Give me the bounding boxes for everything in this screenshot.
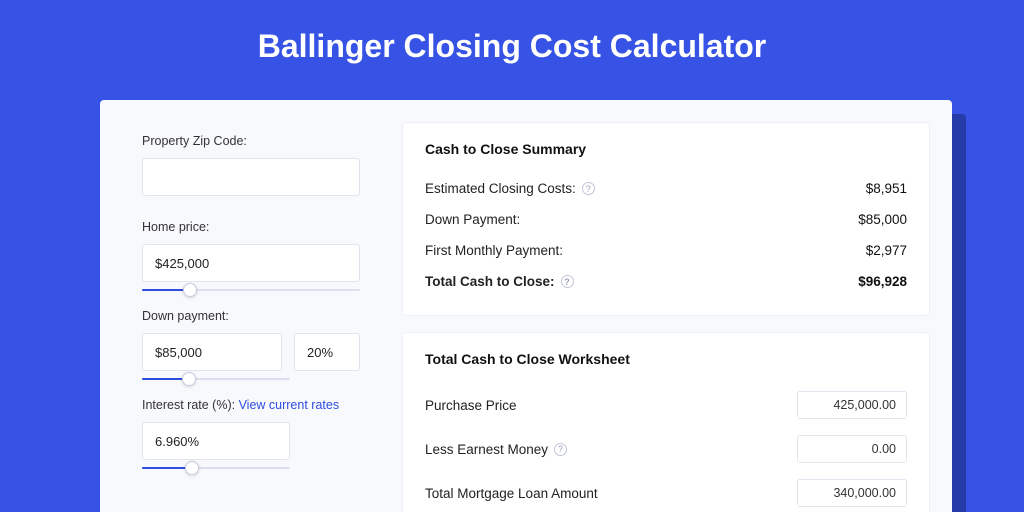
- worksheet-label: Less Earnest Money: [425, 442, 548, 457]
- worksheet-input[interactable]: 0.00: [797, 435, 907, 463]
- summary-total-label: Total Cash to Close:: [425, 274, 555, 289]
- summary-total-value: $96,928: [858, 274, 907, 289]
- down-payment-label: Down payment:: [142, 309, 360, 323]
- zip-input[interactable]: [142, 158, 360, 196]
- down-payment-input[interactable]: $85,000: [142, 333, 282, 371]
- help-icon[interactable]: ?: [561, 275, 574, 288]
- down-payment-field: Down payment: $85,000 20%: [142, 309, 360, 388]
- help-icon[interactable]: ?: [554, 443, 567, 456]
- summary-total-row: Total Cash to Close:? $96,928: [425, 266, 907, 297]
- home-price-input[interactable]: $425,000: [142, 244, 360, 282]
- summary-card: Cash to Close Summary Estimated Closing …: [402, 122, 930, 316]
- summary-row: First Monthly Payment: $2,977: [425, 235, 907, 266]
- interest-field: Interest rate (%): View current rates 6.…: [142, 398, 360, 477]
- worksheet-row: Less Earnest Money? 0.00: [425, 427, 907, 471]
- summary-label: Down Payment:: [425, 212, 520, 227]
- slider-thumb[interactable]: [182, 372, 196, 386]
- summary-label: Estimated Closing Costs:: [425, 181, 576, 196]
- worksheet-label: Total Mortgage Loan Amount: [425, 486, 598, 501]
- view-rates-link[interactable]: View current rates: [239, 398, 340, 412]
- results-panel: Cash to Close Summary Estimated Closing …: [388, 100, 952, 512]
- summary-row: Down Payment: $85,000: [425, 204, 907, 235]
- slider-thumb[interactable]: [185, 461, 199, 475]
- worksheet-row: Total Mortgage Loan Amount 340,000.00: [425, 471, 907, 512]
- worksheet-label: Purchase Price: [425, 398, 517, 413]
- summary-title: Cash to Close Summary: [425, 141, 907, 157]
- home-price-label: Home price:: [142, 220, 360, 234]
- down-payment-slider[interactable]: [142, 370, 290, 388]
- home-price-slider[interactable]: [142, 281, 360, 299]
- summary-label: First Monthly Payment:: [425, 243, 563, 258]
- worksheet-row: Purchase Price 425,000.00: [425, 383, 907, 427]
- worksheet-input[interactable]: 425,000.00: [797, 391, 907, 419]
- worksheet-card: Total Cash to Close Worksheet Purchase P…: [402, 332, 930, 512]
- interest-input[interactable]: 6.960%: [142, 422, 290, 460]
- slider-thumb[interactable]: [183, 283, 197, 297]
- summary-value: $85,000: [858, 212, 907, 227]
- home-price-field: Home price: $425,000: [142, 220, 360, 299]
- summary-row: Estimated Closing Costs:? $8,951: [425, 173, 907, 204]
- zip-field: Property Zip Code:: [142, 134, 360, 196]
- interest-label: Interest rate (%): View current rates: [142, 398, 360, 412]
- zip-label: Property Zip Code:: [142, 134, 360, 148]
- calculator-card: Property Zip Code: Home price: $425,000 …: [100, 100, 952, 512]
- page-title: Ballinger Closing Cost Calculator: [0, 0, 1024, 89]
- input-panel: Property Zip Code: Home price: $425,000 …: [100, 100, 388, 512]
- summary-value: $2,977: [866, 243, 907, 258]
- summary-value: $8,951: [866, 181, 907, 196]
- down-payment-pct-input[interactable]: 20%: [294, 333, 360, 371]
- worksheet-input[interactable]: 340,000.00: [797, 479, 907, 507]
- interest-slider[interactable]: [142, 459, 290, 477]
- worksheet-title: Total Cash to Close Worksheet: [425, 351, 907, 367]
- help-icon[interactable]: ?: [582, 182, 595, 195]
